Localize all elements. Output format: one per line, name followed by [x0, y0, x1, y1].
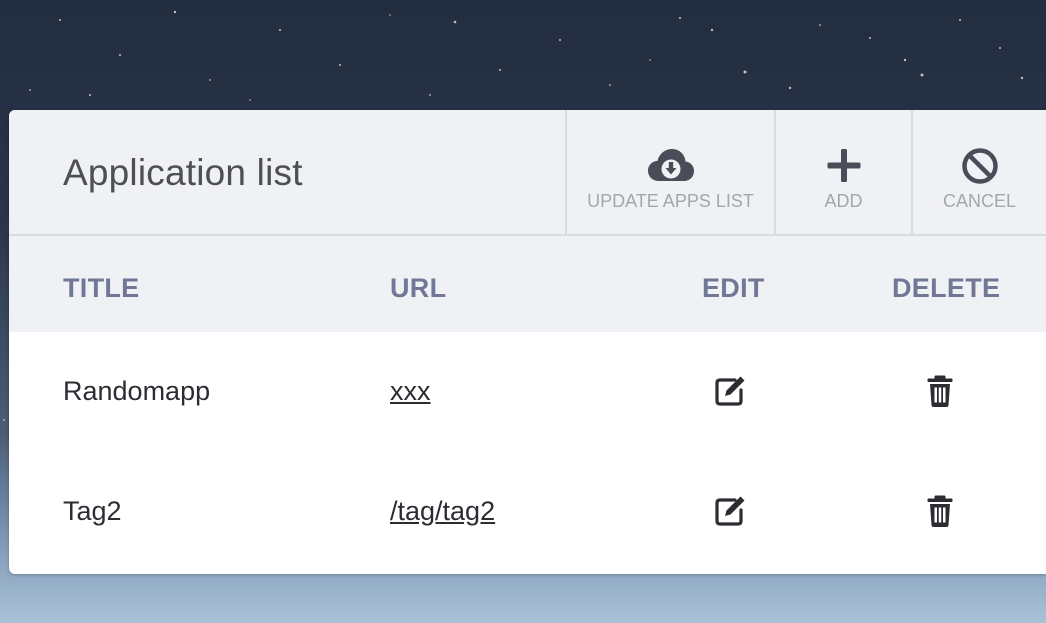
add-button[interactable]: ADD [774, 110, 911, 234]
table-row: Tag2 /tag/tag2 [9, 452, 1046, 572]
page-title: Application list [63, 152, 303, 193]
trash-icon[interactable] [923, 374, 957, 408]
column-header-title: TITLE [63, 273, 140, 303]
cancel-label: CANCEL [942, 191, 1017, 211]
column-header-edit: EDIT [702, 273, 765, 303]
cloud-download-icon [647, 149, 694, 181]
cancel-button[interactable]: CANCEL [911, 110, 1046, 234]
ban-icon [961, 148, 998, 184]
row-url-link[interactable]: /tag/tag2 [390, 496, 495, 527]
update-apps-list-button[interactable]: UPDATE APPS LIST [565, 110, 774, 234]
table-header: TITLE URL EDIT DELETE [9, 236, 1046, 332]
column-header-url: URL [390, 273, 447, 303]
panel-header: Application list UPDATE APPS LIST ADD CA… [9, 110, 1046, 236]
row-url-link[interactable]: xxx [390, 376, 431, 407]
edit-icon[interactable] [713, 494, 747, 528]
add-label: ADD [824, 191, 863, 211]
plus-icon [827, 149, 860, 182]
column-header-delete: DELETE [892, 273, 1001, 303]
edit-icon[interactable] [713, 374, 747, 408]
trash-icon[interactable] [923, 494, 957, 528]
application-list-panel: Application list UPDATE APPS LIST ADD CA… [9, 110, 1046, 574]
row-title: Randomapp [63, 376, 211, 406]
row-title: Tag2 [63, 496, 122, 526]
update-apps-list-label: UPDATE APPS LIST [587, 191, 754, 211]
table-row: Randomapp xxx [9, 332, 1046, 452]
